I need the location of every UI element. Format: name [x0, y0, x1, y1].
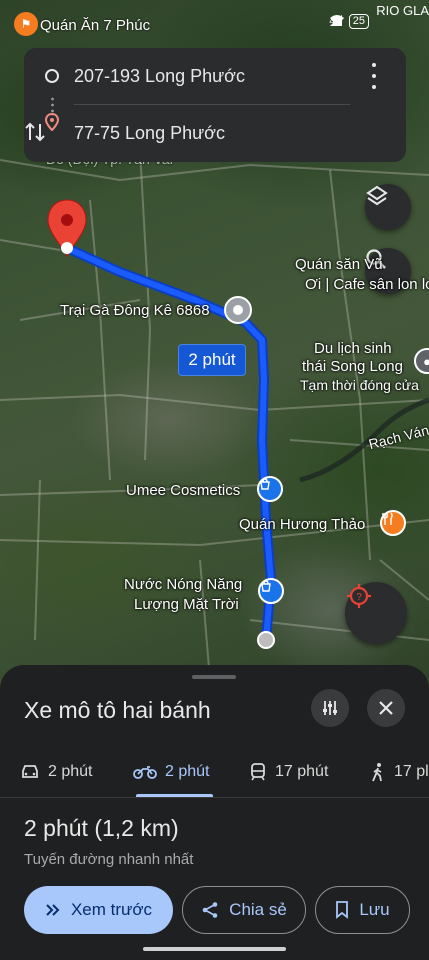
- travel-mode-tabs: 2 phút 2 phút 17 phút 17 pl: [0, 747, 429, 797]
- close-icon: [379, 701, 393, 715]
- restaurant-icon[interactable]: [380, 510, 406, 536]
- motorcycle-icon: [133, 766, 157, 779]
- route-subtitle: Tuyến đường nhanh nhất: [24, 851, 194, 868]
- place-marker-icon: [224, 296, 252, 324]
- shopping-bag-icon[interactable]: [257, 476, 283, 502]
- carrier-name: RIO GLA: [376, 3, 429, 18]
- tune-icon: [323, 701, 337, 715]
- shopping-bag-icon-2[interactable]: [258, 578, 284, 604]
- origin-circle-icon: [45, 69, 59, 83]
- tab-car-label: 2 phút: [48, 763, 93, 780]
- home-indicator[interactable]: [143, 947, 286, 951]
- recenter-icon: ?: [347, 584, 371, 608]
- map-label-nuoc-nong-2[interactable]: Lượng Mặt Trời: [134, 596, 239, 614]
- map-label-trai-ga[interactable]: Trại Gà Đông Kê 6868: [60, 302, 210, 320]
- svg-text:?: ?: [356, 592, 362, 603]
- battery-icon: 25: [348, 14, 369, 29]
- map-label-nuoc-nong-1[interactable]: Nước Nóng Năng: [124, 576, 242, 594]
- signal-2-icon: [330, 15, 343, 26]
- eta-chip[interactable]: 2 phút: [178, 344, 246, 376]
- double-chevron-icon: [46, 904, 60, 916]
- divider: [0, 797, 429, 798]
- tab-walk-label: 17 pl: [394, 763, 429, 780]
- car-icon: [22, 765, 38, 778]
- route-card: 207-193 Long Phước 77-75 Long Phước: [24, 48, 406, 162]
- swap-icon[interactable]: [24, 120, 46, 144]
- share-button[interactable]: Chia sẻ: [182, 886, 306, 934]
- status-place-name: Quán Ăn 7 Phúc: [40, 17, 151, 34]
- recenter-button[interactable]: ?: [345, 582, 407, 644]
- origin-row[interactable]: 207-193 Long Phước: [24, 56, 406, 96]
- map-label-umee[interactable]: Umee Cosmetics: [126, 482, 240, 500]
- tab-motorcycle[interactable]: 2 phút: [133, 747, 214, 797]
- map-label-du-lich-3: Tạm thời đóng cửa: [300, 377, 419, 393]
- divider: [74, 104, 350, 105]
- map-label-du-lich-2[interactable]: thái Song Long: [302, 358, 403, 376]
- app-notification-icon: ⚑: [14, 12, 38, 36]
- map-view[interactable]: ⚑ Quán Ăn 7 Phúc 4G 25 RIO GLA Đồ (Đội) …: [0, 0, 429, 690]
- drag-handle[interactable]: [192, 675, 236, 679]
- tab-walk[interactable]: 17 pl: [370, 747, 429, 797]
- close-button[interactable]: [367, 689, 405, 727]
- tab-transit[interactable]: 17 phút: [249, 747, 328, 797]
- layers-button[interactable]: [365, 184, 411, 230]
- share-icon: [202, 902, 218, 918]
- route-summary: 2 phút (1,2 km): [24, 815, 179, 841]
- bookmark-icon: [336, 901, 349, 919]
- preview-button[interactable]: Xem trước: [24, 886, 173, 934]
- destination-field[interactable]: 77-75 Long Phước: [74, 123, 225, 144]
- destination-row[interactable]: 77-75 Long Phước: [24, 113, 406, 153]
- origin-marker: [257, 631, 275, 649]
- map-label-huong-thao[interactable]: Quán Hương Thảo: [239, 516, 365, 534]
- walk-icon: [372, 763, 382, 782]
- map-label-quan-san-2[interactable]: Ơi | Cafe sân lon lo: [305, 276, 429, 294]
- save-label: Lưu: [359, 900, 390, 919]
- share-label: Chia sẻ: [229, 900, 287, 919]
- travel-mode-title: Xe mô tô hai bánh: [24, 697, 211, 723]
- tab-transit-label: 17 phút: [275, 763, 329, 780]
- route-options-button[interactable]: [311, 689, 349, 727]
- tab-motorcycle-label: 2 phút: [165, 763, 210, 780]
- status-icons: 4G 25: [329, 14, 369, 29]
- directions-sheet: Xe mô tô hai bánh 2 phút 2 phút 17 phút …: [0, 665, 429, 960]
- map-label-quan-san-1[interactable]: Quán săn Vũ: [295, 256, 383, 274]
- save-button[interactable]: Lưu: [315, 886, 410, 934]
- origin-field[interactable]: 207-193 Long Phước: [74, 66, 245, 87]
- layers-icon: [366, 185, 388, 206]
- more-options-icon[interactable]: [362, 63, 386, 89]
- map-label-du-lich-1[interactable]: Du lịch sinh: [314, 340, 392, 358]
- transit-icon: [251, 763, 265, 781]
- tab-car[interactable]: 2 phút: [20, 747, 92, 797]
- preview-label: Xem trước: [70, 900, 153, 919]
- status-bar: ⚑ Quán Ăn 7 Phúc 4G 25 RIO GLA: [0, 0, 429, 44]
- destination-pin-small-icon: [44, 113, 60, 131]
